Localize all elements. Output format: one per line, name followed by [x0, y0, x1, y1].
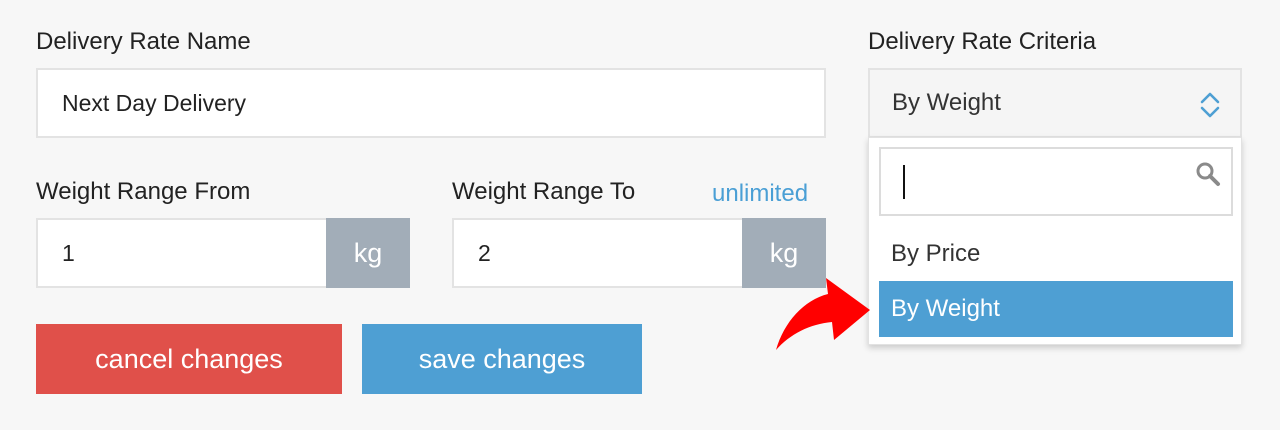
unlimited-link[interactable]: unlimited	[712, 180, 808, 208]
weight-from-label: Weight Range From	[36, 178, 251, 205]
criteria-selected-value: By Weight	[892, 89, 1001, 116]
dropdown-search-input[interactable]	[879, 147, 1233, 216]
criteria-dropdown: By Price By Weight	[868, 137, 1242, 345]
magnifier-icon	[1196, 162, 1220, 186]
save-changes-button[interactable]: save changes	[362, 324, 642, 394]
dropdown-option-by-weight[interactable]: By Weight	[879, 281, 1233, 337]
weight-from-input[interactable]: 1	[36, 218, 328, 288]
cancel-changes-button[interactable]: cancel changes	[36, 324, 342, 394]
red-curved-arrow-icon	[776, 278, 870, 350]
text-caret	[903, 165, 905, 199]
weight-from-unit: kg	[326, 218, 410, 288]
criteria-label: Delivery Rate Criteria	[868, 28, 1097, 55]
rate-name-input[interactable]: Next Day Delivery	[36, 68, 826, 138]
criteria-select[interactable]: By Weight	[868, 68, 1242, 138]
weight-to-input[interactable]: 2	[452, 218, 744, 288]
rate-name-label: Delivery Rate Name	[36, 28, 251, 55]
weight-to-label: Weight Range To	[452, 178, 636, 205]
dropdown-option-by-price[interactable]: By Price	[879, 226, 1233, 282]
up-down-chevron-icon	[1200, 92, 1220, 118]
